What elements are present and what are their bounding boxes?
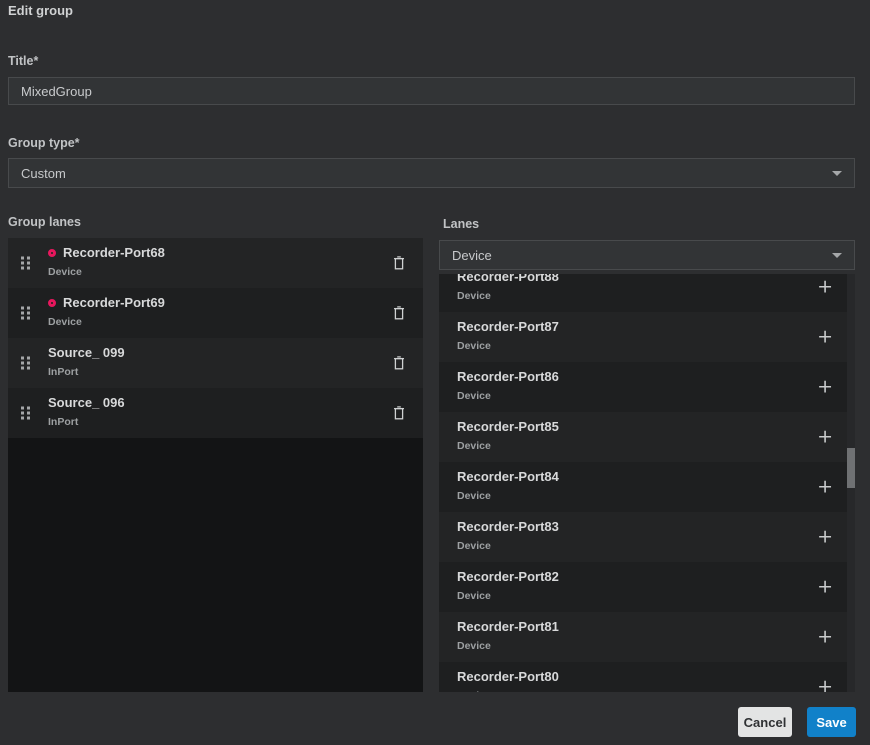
lane-row: Recorder-Port85 Device + — [439, 412, 855, 462]
lane-name: Recorder-Port84 — [457, 469, 559, 484]
lane-type: Device — [457, 590, 491, 602]
plus-icon: + — [817, 626, 833, 648]
lane-type: Device — [457, 290, 491, 302]
lane-row: Recorder-Port81 Device + — [439, 612, 855, 662]
lane-type: Device — [457, 390, 491, 402]
trash-icon — [393, 356, 405, 370]
lane-row: Recorder-Port86 Device + — [439, 362, 855, 412]
lane-name: Recorder-Port80 — [457, 669, 559, 684]
lane-row: Recorder-Port88 Device + — [439, 274, 855, 312]
device-ring-icon — [48, 299, 56, 307]
plus-icon: + — [817, 676, 833, 693]
device-ring-icon — [48, 249, 56, 257]
add-lane-button[interactable]: + — [817, 678, 833, 693]
lane-type: Device — [457, 690, 491, 692]
lane-type: Device — [457, 440, 491, 452]
lane-type: Device — [457, 640, 491, 652]
lane-row: Recorder-Port84 Device + — [439, 462, 855, 512]
remove-lane-button[interactable] — [391, 304, 407, 322]
plus-icon: + — [817, 326, 833, 348]
lane-type: InPort — [48, 366, 78, 378]
lane-name: Recorder-Port69 — [63, 295, 165, 310]
lane-type: Device — [457, 340, 491, 352]
lane-type: Device — [48, 266, 82, 278]
lane-name: Recorder-Port68 — [63, 245, 165, 260]
lanes-label: Lanes — [443, 217, 479, 231]
group-type-selected-value: Custom — [21, 166, 66, 181]
lane-row: Recorder-Port80 Device + — [439, 662, 855, 692]
remove-lane-button[interactable] — [391, 354, 407, 372]
lane-type: Device — [457, 540, 491, 552]
cancel-button[interactable]: Cancel — [738, 707, 792, 737]
plus-icon: + — [817, 376, 833, 398]
lane-name: Recorder-Port82 — [457, 569, 559, 584]
lane-name: Recorder-Port86 — [457, 369, 559, 384]
title-input[interactable] — [8, 77, 855, 105]
remove-lane-button[interactable] — [391, 254, 407, 272]
drag-handle-icon[interactable] — [21, 407, 30, 420]
plus-icon: + — [817, 476, 833, 498]
group-lane-row[interactable]: Recorder-Port69 Device — [8, 288, 423, 338]
lane-name: Recorder-Port85 — [457, 419, 559, 434]
lanes-scrollbar[interactable] — [847, 274, 855, 692]
drag-handle-icon[interactable] — [21, 357, 30, 370]
plus-icon: + — [817, 526, 833, 548]
add-lane-button[interactable]: + — [817, 528, 833, 547]
add-lane-button[interactable]: + — [817, 428, 833, 447]
lane-row: Recorder-Port87 Device + — [439, 312, 855, 362]
lane-name: Source_ 099 — [48, 345, 125, 360]
group-lane-row[interactable]: Source_ 096 InPort — [8, 388, 423, 438]
lane-name: Recorder-Port81 — [457, 619, 559, 634]
lane-name: Source_ 096 — [48, 395, 125, 410]
lane-name: Recorder-Port83 — [457, 519, 559, 534]
lanes-scrollbar-thumb[interactable] — [847, 448, 855, 488]
edit-group-dialog: Edit group Title* Group type* Custom Gro… — [0, 0, 870, 745]
plus-icon: + — [817, 426, 833, 448]
lane-type: Device — [48, 316, 82, 328]
trash-icon — [393, 306, 405, 320]
save-button[interactable]: Save — [807, 707, 856, 737]
lane-type: Device — [457, 490, 491, 502]
trash-icon — [393, 406, 405, 420]
plus-icon: + — [817, 276, 833, 298]
title-field-label: Title* — [8, 54, 38, 68]
lanes-filter-selected-value: Device — [452, 248, 492, 263]
plus-icon: + — [817, 576, 833, 598]
group-type-select[interactable]: Custom — [8, 158, 855, 188]
group-lane-row[interactable]: Source_ 099 InPort — [8, 338, 423, 388]
remove-lane-button[interactable] — [391, 404, 407, 422]
lane-name: Recorder-Port87 — [457, 319, 559, 334]
add-lane-button[interactable]: + — [817, 578, 833, 597]
chevron-down-icon — [832, 253, 842, 258]
lane-row: Recorder-Port82 Device + — [439, 562, 855, 612]
add-lane-button[interactable]: + — [817, 378, 833, 397]
group-lanes-label: Group lanes — [8, 215, 81, 229]
lanes-list: Recorder-Port88 Device + Recorder-Port87… — [439, 274, 855, 692]
page-title: Edit group — [8, 3, 73, 18]
lane-row: Recorder-Port83 Device + — [439, 512, 855, 562]
add-lane-button[interactable]: + — [817, 628, 833, 647]
add-lane-button[interactable]: + — [817, 328, 833, 347]
add-lane-button[interactable]: + — [817, 478, 833, 497]
group-type-field-label: Group type* — [8, 136, 80, 150]
drag-handle-icon[interactable] — [21, 307, 30, 320]
add-lane-button[interactable]: + — [817, 278, 833, 297]
drag-handle-icon[interactable] — [21, 257, 30, 270]
lane-type: InPort — [48, 416, 78, 428]
lane-name: Recorder-Port88 — [457, 274, 559, 284]
group-lane-row[interactable]: Recorder-Port68 Device — [8, 238, 423, 288]
group-lanes-list: Recorder-Port68 Device Recorder-Port69 D… — [8, 238, 423, 692]
trash-icon — [393, 256, 405, 270]
chevron-down-icon — [832, 171, 842, 176]
lanes-filter-select[interactable]: Device — [439, 240, 855, 270]
